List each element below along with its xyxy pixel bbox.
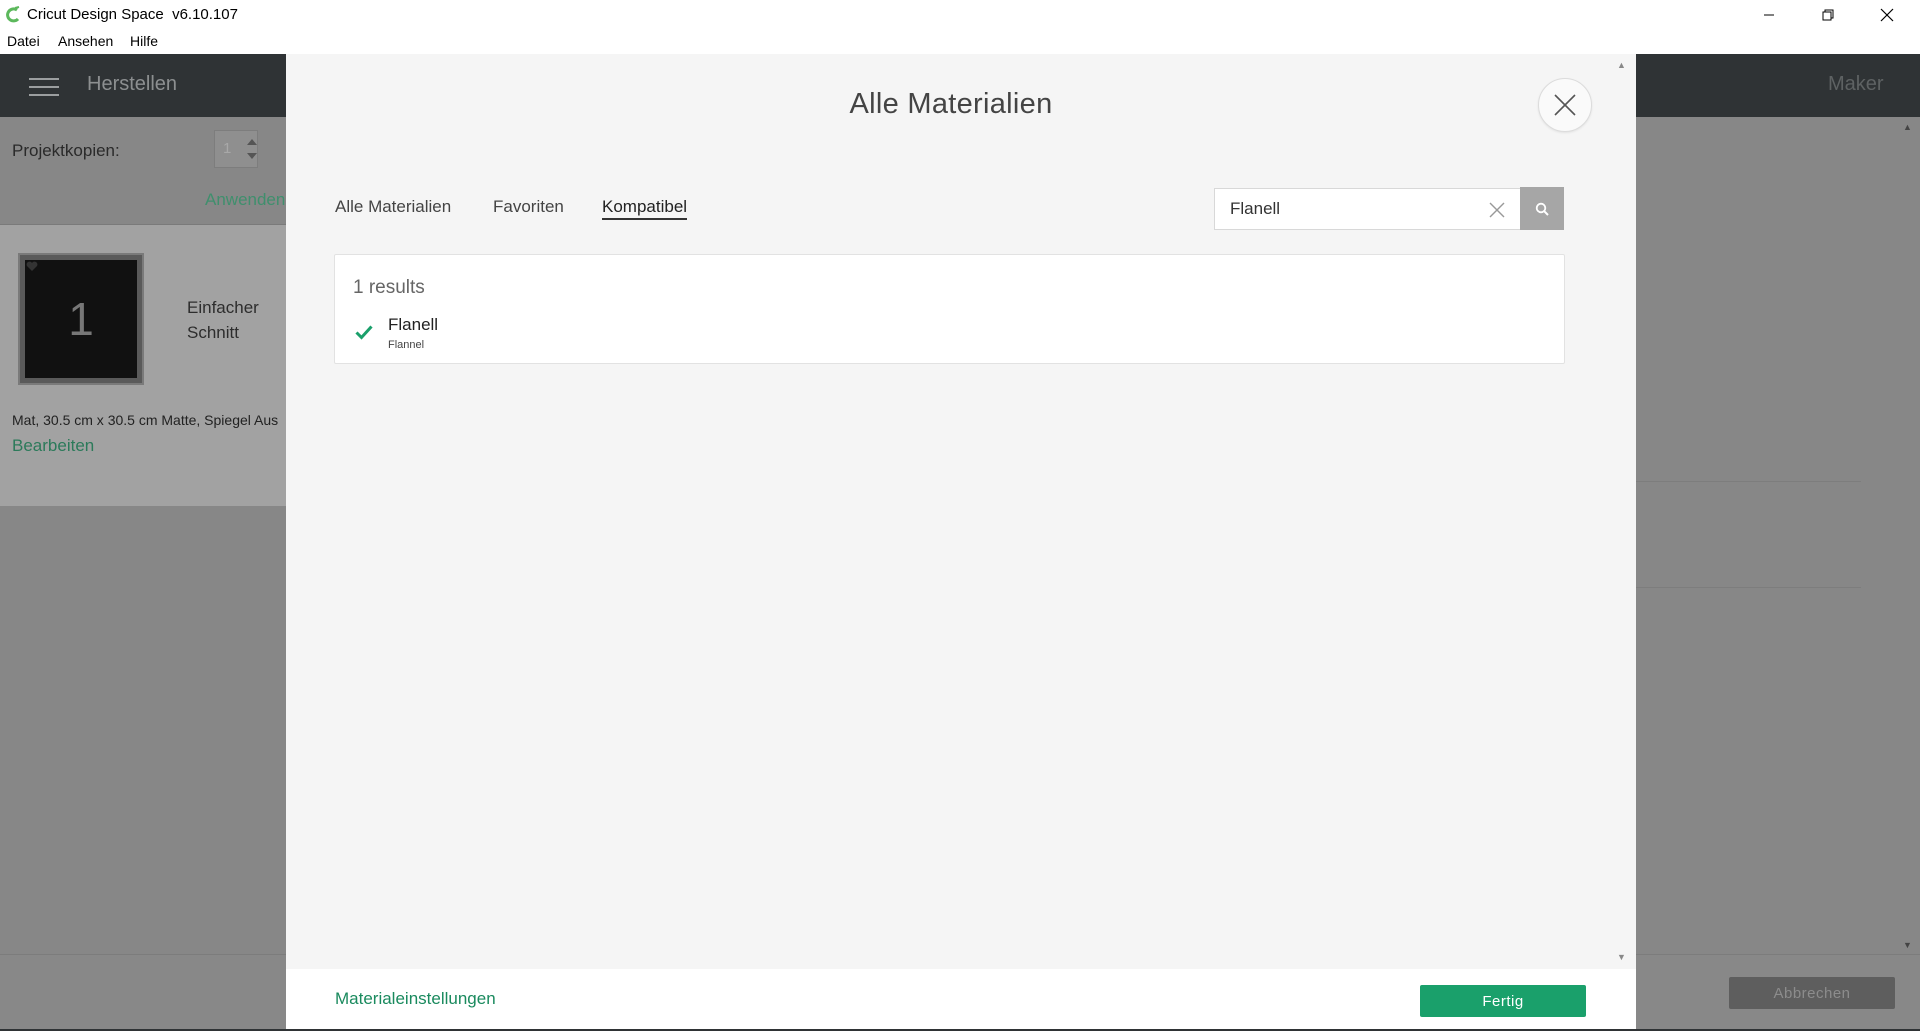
stepper-arrows-icon: [247, 139, 257, 159]
mat-label: Einfacher Schnitt: [187, 298, 259, 342]
mat-panel: Projektkopien: 1 Anwenden 1 Einfacher Sc…: [0, 117, 286, 506]
results-panel: 1 results Flanell Flannel: [334, 254, 1565, 364]
done-button[interactable]: Fertig: [1420, 985, 1586, 1017]
material-settings-link[interactable]: Materialeinstellungen: [335, 989, 496, 1009]
modal-scroll-down-icon[interactable]: ▼: [1617, 952, 1626, 962]
materials-modal: ▲ ▼ Alle Materialien Alle Materialien Fa…: [286, 54, 1636, 1031]
result-name: Flanell: [388, 315, 439, 334]
minimize-button[interactable]: [1740, 0, 1798, 30]
window-titlebar: Cricut Design Space v6.10.107: [0, 0, 1920, 30]
project-copies-section: Projektkopien: 1 Anwenden: [0, 117, 286, 225]
restore-icon: [1822, 9, 1834, 21]
result-item-flanell[interactable]: Flanell Flannel: [349, 315, 649, 357]
tab-all-materials[interactable]: Alle Materialien: [335, 197, 451, 217]
modal-title: Alle Materialien: [849, 88, 1053, 120]
modal-scroll-up-icon[interactable]: ▲: [1617, 60, 1626, 70]
tab-compatible[interactable]: Kompatibel: [602, 197, 688, 220]
search-button[interactable]: [1520, 187, 1564, 230]
restore-button[interactable]: [1799, 0, 1857, 30]
project-copies-label: Projektkopien:: [12, 141, 120, 160]
search-field: [1214, 188, 1520, 230]
scroll-down-arrow-icon[interactable]: ▼: [1903, 940, 1912, 950]
search-input[interactable]: [1215, 189, 1475, 229]
close-modal-button[interactable]: [1538, 78, 1592, 132]
project-copies-stepper[interactable]: 1: [214, 130, 258, 168]
apply-link[interactable]: Anwenden: [205, 190, 285, 210]
machine-name: Maker: [1828, 73, 1884, 95]
scroll-up-arrow-icon[interactable]: ▲: [1903, 122, 1912, 132]
heart-icon: [26, 261, 38, 271]
search-icon: [1535, 202, 1549, 216]
minimize-icon: [1764, 14, 1774, 16]
cancel-button[interactable]: Abbrechen: [1729, 977, 1895, 1009]
mat-number: 1: [25, 260, 137, 378]
menu-bar: Datei Ansehen Hilfe: [0, 30, 1920, 54]
divider: [1636, 587, 1861, 588]
header-title: Herstellen: [87, 73, 178, 95]
results-count: 1 results: [353, 277, 425, 298]
close-icon: [1554, 94, 1576, 116]
divider: [1636, 481, 1861, 482]
result-subtitle: Flannel: [388, 339, 425, 351]
window-title: Cricut Design Space v6.10.107: [27, 6, 238, 23]
menu-hilfe[interactable]: Hilfe: [130, 33, 158, 49]
right-panel: [1636, 117, 1920, 960]
close-icon: [1880, 8, 1894, 22]
menu-ansehen[interactable]: Ansehen: [58, 33, 113, 49]
clear-search-icon[interactable]: [1487, 200, 1507, 220]
tab-favorites[interactable]: Favoriten: [493, 197, 564, 217]
menu-datei[interactable]: Datei: [7, 33, 40, 49]
hamburger-menu-icon[interactable]: [29, 78, 59, 96]
checkmark-icon: [355, 325, 373, 340]
edit-link[interactable]: Bearbeiten: [12, 436, 94, 456]
project-copies-value: 1: [223, 140, 232, 157]
modal-footer: Materialeinstellungen Fertig: [286, 969, 1636, 1031]
close-window-button[interactable]: [1858, 0, 1916, 30]
mat-thumbnail[interactable]: 1: [18, 253, 144, 385]
cricut-logo-icon: [6, 6, 20, 23]
mat-info: Mat, 30.5 cm x 30.5 cm Matte, Spiegel Au…: [12, 412, 279, 428]
